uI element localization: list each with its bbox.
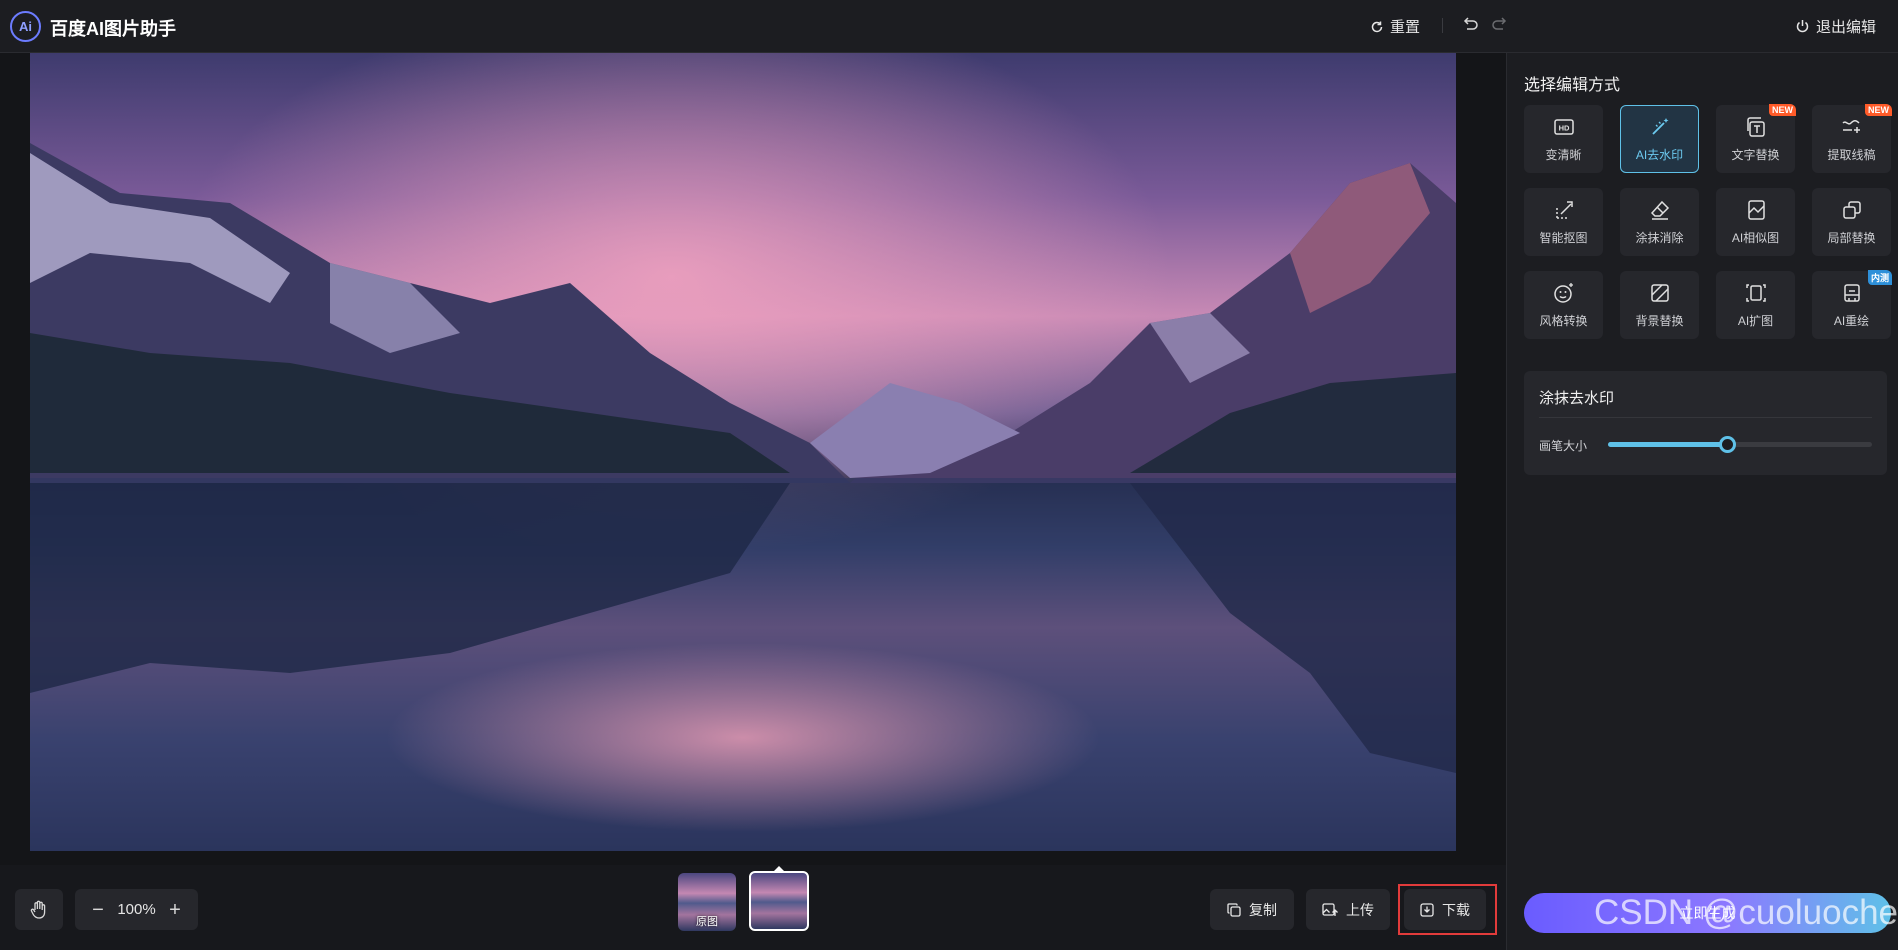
brush-size-slider[interactable] (1608, 436, 1872, 453)
undo-icon (1463, 17, 1478, 30)
tool-style-transfer[interactable]: 风格转换 (1524, 271, 1603, 339)
svg-text:HD: HD (1558, 124, 1569, 133)
reset-icon (1371, 21, 1383, 32)
landscape-image (30, 53, 1456, 851)
original-thumbnail-label: 原图 (696, 916, 718, 928)
upload-image-icon (1322, 902, 1338, 916)
tool-background-replace[interactable]: 背景替换 (1620, 271, 1699, 339)
tool-text-replace[interactable]: 文字替换 NEW (1716, 104, 1796, 173)
background-replace-icon (1650, 284, 1669, 302)
cutout-icon (1555, 201, 1573, 219)
hand-icon (30, 900, 46, 919)
tool-label: 背景替换 (1635, 314, 1684, 328)
zoom-level: 100% (117, 901, 156, 918)
redraw-icon (1843, 284, 1860, 302)
magic-wand-icon (1651, 118, 1668, 135)
zoom-in-button[interactable]: + (166, 900, 184, 920)
undo-button[interactable] (1460, 14, 1480, 36)
zoom-control: − 100% + (75, 889, 198, 930)
eraser-icon (1650, 200, 1669, 220)
tool-ai-expand[interactable]: AI扩图 (1716, 271, 1795, 339)
upload-button[interactable]: 上传 (1306, 889, 1390, 930)
new-badge: NEW (1865, 104, 1892, 116)
tool-smear-erase[interactable]: 涂抹消除 (1620, 188, 1699, 256)
hd-icon: HD (1553, 119, 1574, 135)
tool-label: 智能抠图 (1539, 231, 1588, 245)
redo-icon (1492, 17, 1507, 30)
tool-label: AI扩图 (1737, 314, 1774, 328)
toolbar-divider (1442, 18, 1443, 33)
brush-settings-card: 涂抹去水印 画笔大小 (1524, 371, 1887, 475)
tool-label: 文字替换 (1731, 148, 1780, 162)
pan-tool-button[interactable] (15, 889, 63, 930)
brush-card-title: 涂抹去水印 (1539, 390, 1615, 407)
copy-button[interactable]: 复制 (1210, 889, 1294, 930)
result-thumbnail[interactable] (749, 871, 809, 931)
canvas-area[interactable] (0, 53, 1506, 865)
app-title: 百度AI图片助手 (50, 19, 176, 39)
similar-image-icon (1747, 200, 1765, 220)
tool-label: 风格转换 (1539, 314, 1588, 328)
power-icon (1796, 20, 1809, 33)
tool-label: 涂抹消除 (1635, 231, 1684, 245)
reset-label: 重置 (1390, 19, 1421, 36)
zoom-out-button[interactable]: − (89, 900, 107, 920)
upload-label: 上传 (1346, 901, 1374, 918)
copy-label: 复制 (1249, 901, 1277, 918)
copy-icon (1227, 902, 1241, 917)
line-extract-icon (1841, 120, 1860, 133)
partial-replace-icon (1842, 201, 1861, 219)
tool-label: 局部替换 (1827, 231, 1876, 245)
csdn-watermark: CSDN @cuoluoche (1594, 893, 1898, 932)
tool-partial-replace[interactable]: 局部替换 (1812, 188, 1891, 256)
tool-enhance[interactable]: HD 变清晰 (1524, 105, 1603, 173)
tool-label: AI去水印 (1635, 148, 1684, 162)
app-logo: Ai (10, 11, 41, 42)
tool-line-extract[interactable]: 提取线稿 NEW (1812, 104, 1892, 173)
edited-photo[interactable] (30, 53, 1456, 851)
new-badge: NEW (1769, 104, 1796, 116)
top-bar: Ai 百度AI图片助手 重置 退出编辑 (0, 0, 1898, 53)
tool-ai-similar[interactable]: AI相似图 (1716, 188, 1795, 256)
tool-label: 变清晰 (1545, 148, 1582, 162)
brush-size-slider-handle[interactable] (1718, 436, 1736, 453)
text-replace-icon (1746, 117, 1765, 137)
beta-badge: 内测 (1867, 270, 1892, 285)
tool-ai-watermark-removal[interactable]: AI去水印 (1620, 105, 1699, 173)
style-transfer-icon (1553, 283, 1573, 303)
tool-label: AI重绘 (1833, 314, 1870, 328)
redo-button[interactable] (1490, 14, 1510, 36)
brush-card-divider (1539, 417, 1872, 418)
tool-smart-cutout[interactable]: 智能抠图 (1524, 188, 1603, 256)
reset-button[interactable]: 重置 (1370, 16, 1420, 37)
tool-ai-redraw[interactable]: AI重绘 内测 (1812, 270, 1892, 339)
original-thumbnail[interactable]: 原图 (678, 873, 736, 931)
brush-size-slider-fill (1608, 442, 1727, 447)
download-highlight-box (1398, 884, 1497, 935)
exit-edit-button[interactable]: 退出编辑 (1795, 16, 1876, 37)
edit-panel: 选择编辑方式 HD 变清晰 AI去水印 文字替换 NEW 提取线稿 NEW 智能… (1506, 53, 1898, 950)
tool-label: AI相似图 (1731, 231, 1780, 245)
exit-edit-label: 退出编辑 (1816, 19, 1877, 36)
panel-title: 选择编辑方式 (1524, 77, 1621, 94)
tool-label: 提取线稿 (1827, 148, 1876, 162)
app-window: Ai 百度AI图片助手 重置 退出编辑 − 100% + 复制 上传 下载 原图… (0, 0, 1898, 950)
brush-size-label: 画笔大小 (1539, 439, 1588, 453)
expand-image-icon (1745, 284, 1766, 302)
